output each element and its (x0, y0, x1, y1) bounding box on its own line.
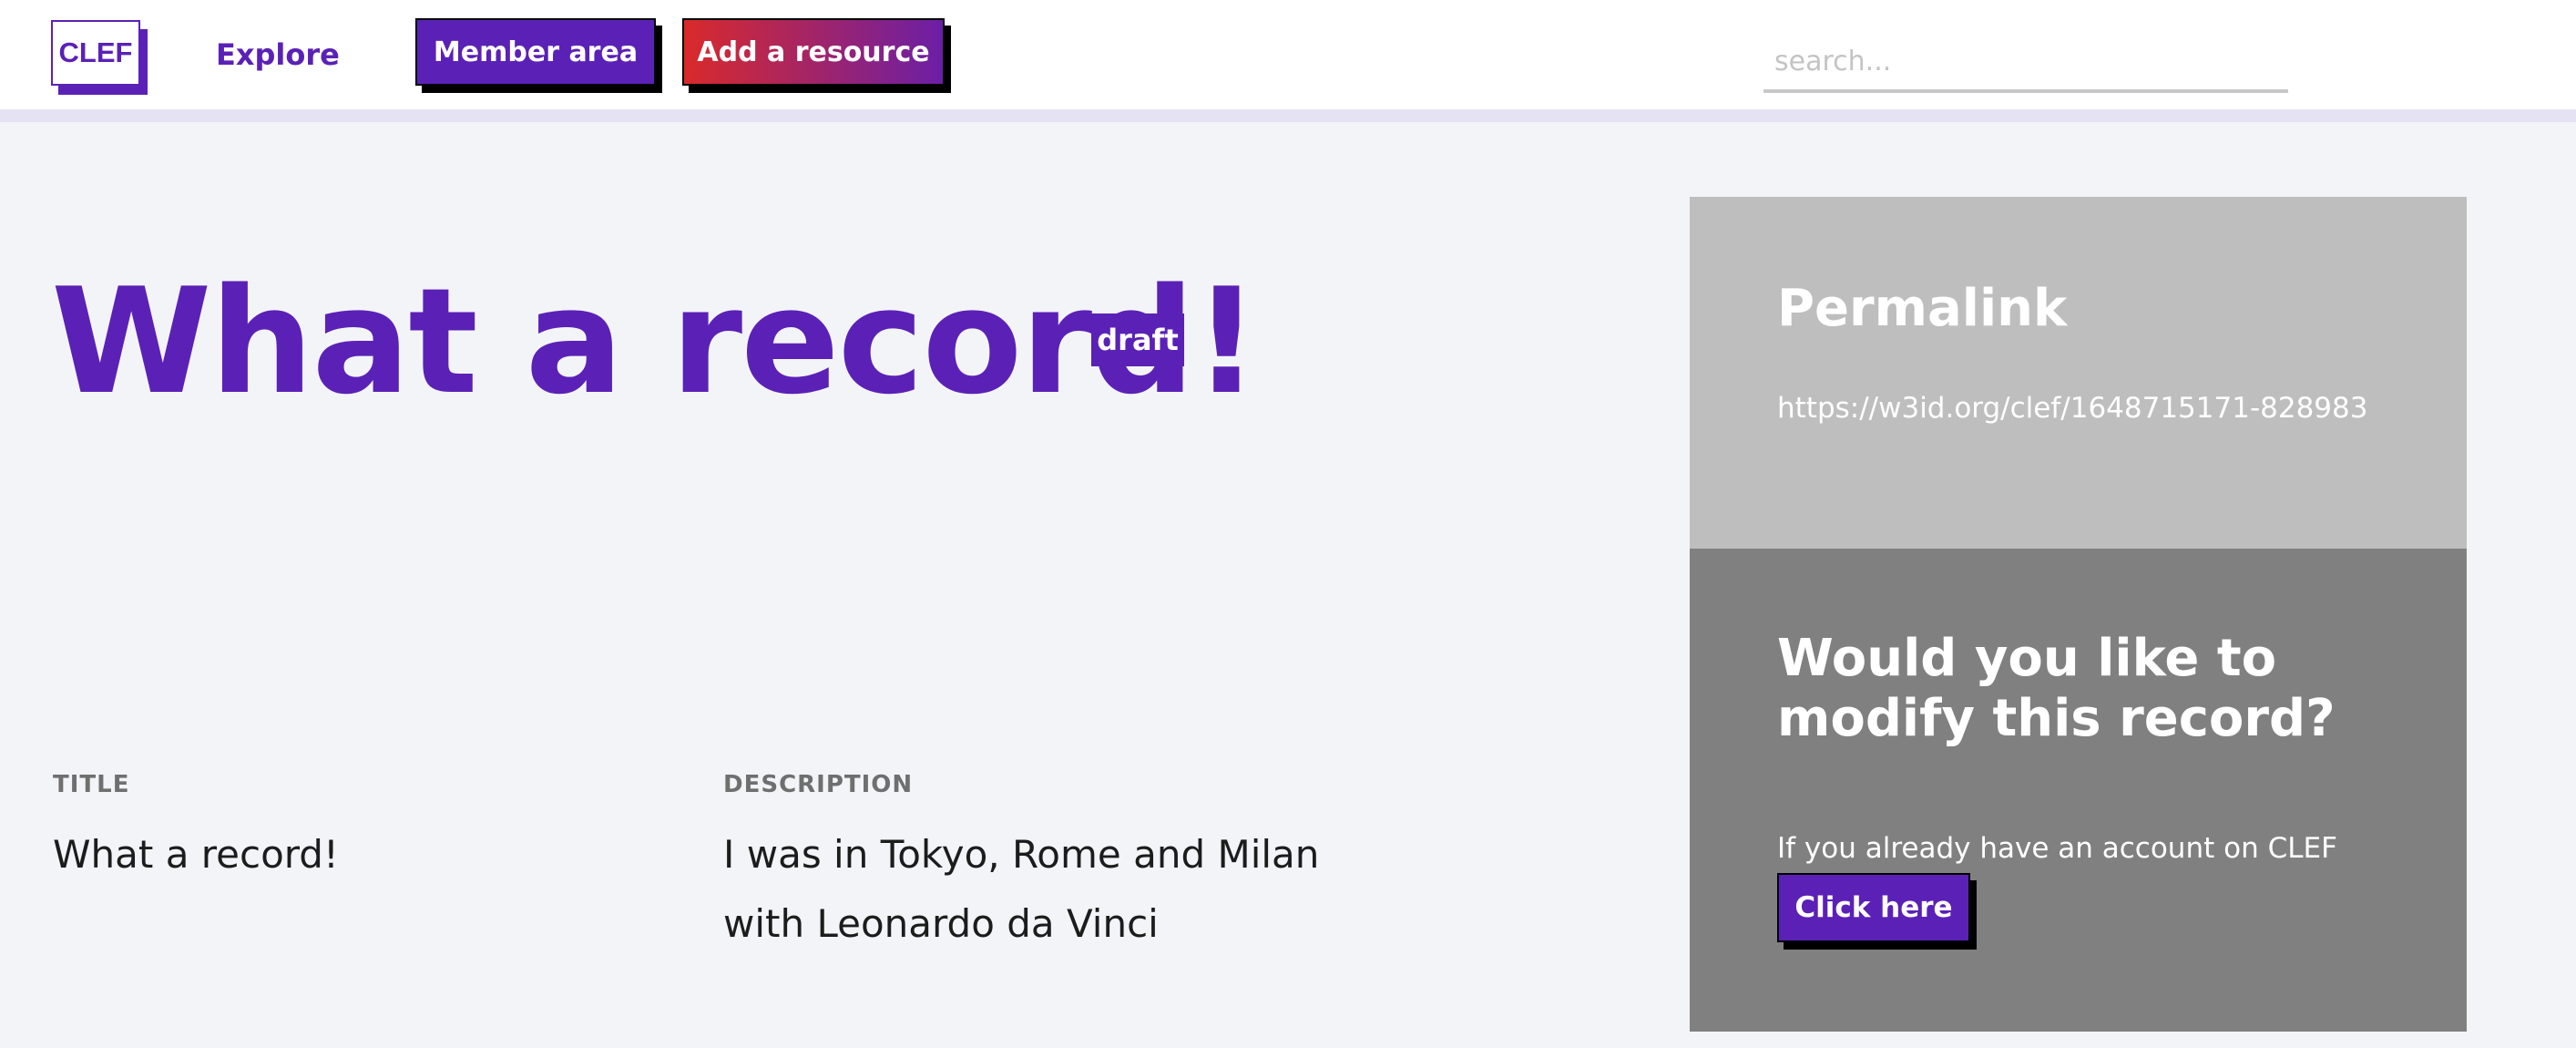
search-input[interactable] (1763, 33, 2288, 93)
title-field-value: What a record! (53, 832, 339, 877)
modify-description: If you already have an account on CLEF (1777, 832, 2337, 865)
status-badge: draft (1091, 313, 1184, 366)
title-field-label: TITLE (53, 771, 130, 798)
permalink-url[interactable]: https://w3id.org/clef/1648715171-828983 (1777, 392, 2367, 425)
member-area-label: Member area (415, 18, 656, 86)
add-resource-button[interactable]: Add a resource (682, 18, 951, 93)
description-field-value: I was in Tokyo, Rome and Milan with Leon… (723, 832, 1320, 946)
member-area-button[interactable]: Member area (415, 18, 662, 93)
header-divider (0, 109, 2576, 122)
page-title: What a record! (51, 256, 1260, 426)
permalink-heading: Permalink (1777, 279, 2068, 338)
modify-heading: Would you like to modify this record? (1777, 629, 2336, 748)
logo-text: CLEF (51, 20, 140, 86)
top-navigation: CLEF Explore Member area Add a resource (0, 0, 2576, 109)
permalink-panel: Permalink https://w3id.org/clef/16487151… (1690, 197, 2467, 549)
description-field-label: DESCRIPTION (723, 771, 914, 798)
add-resource-label: Add a resource (682, 18, 945, 86)
explore-link[interactable]: Explore (216, 33, 340, 77)
click-here-label: Click here (1777, 873, 1970, 942)
modify-panel: Would you like to modify this record? If… (1690, 549, 2467, 1032)
clef-logo[interactable]: CLEF (51, 20, 148, 95)
click-here-button[interactable]: Click here (1777, 873, 1977, 950)
